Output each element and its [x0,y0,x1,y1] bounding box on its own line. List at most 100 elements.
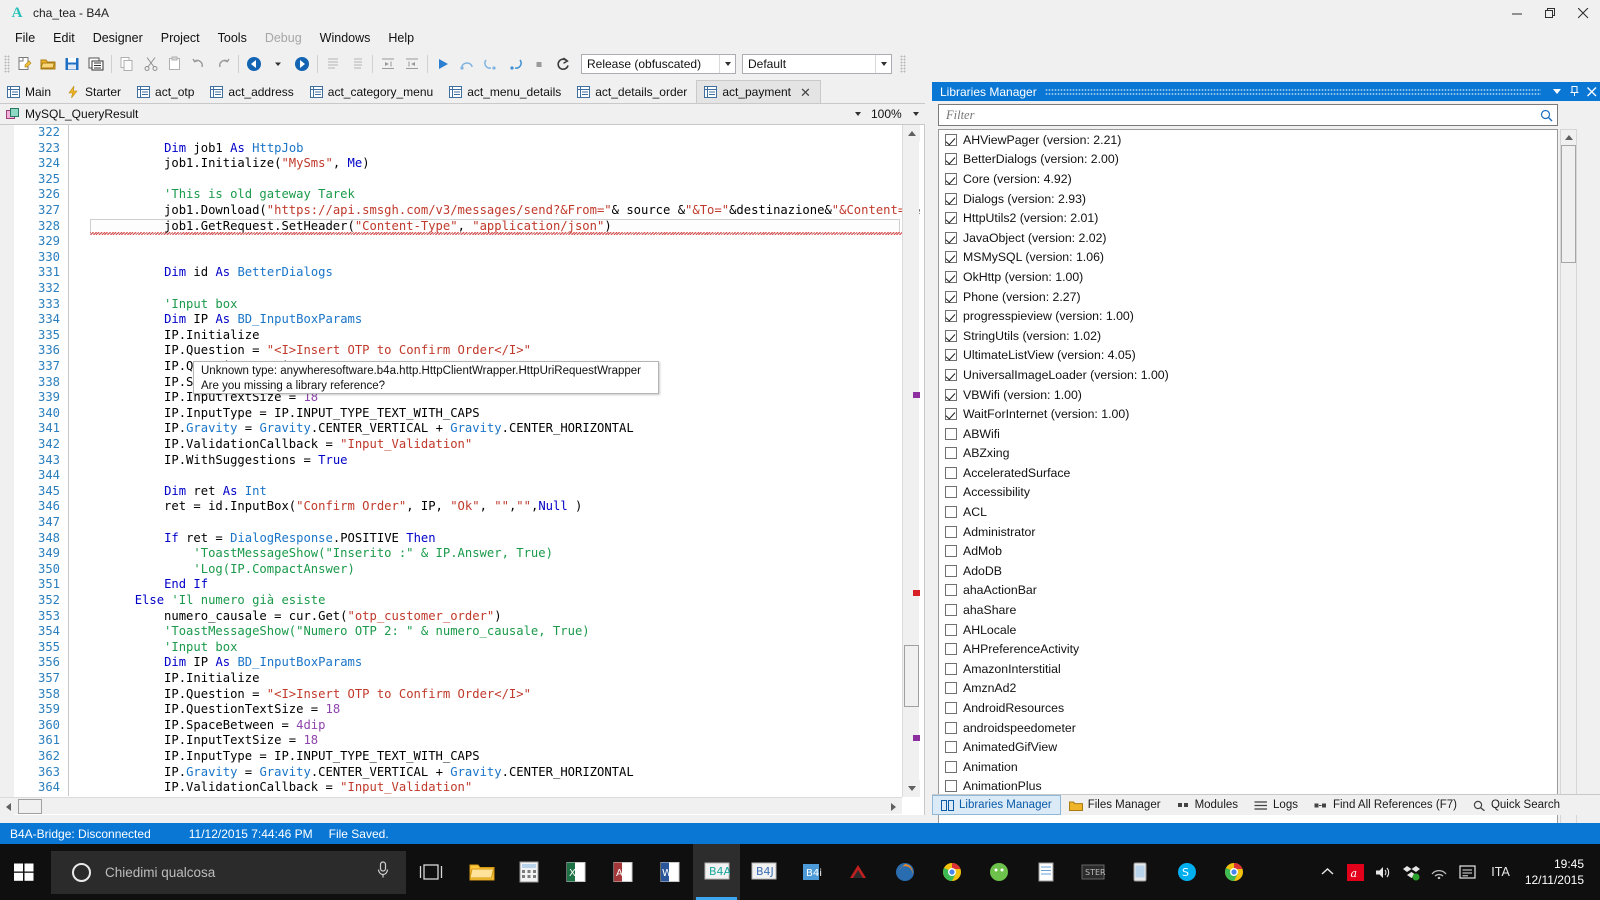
library-checkbox[interactable] [945,760,957,773]
action-center-icon[interactable] [1454,844,1480,900]
tab-close-icon[interactable]: ✕ [800,86,811,99]
vertical-scroll-thumb[interactable] [904,645,919,707]
library-checkbox[interactable] [945,506,957,519]
scroll-up-button[interactable] [903,125,920,142]
language-indicator[interactable]: ITA [1482,865,1519,879]
code-line[interactable]: 330 [14,249,924,266]
library-list-item[interactable]: WaitForInternet (version: 1.00) [939,404,1557,424]
scroll-down-button[interactable] [903,780,920,797]
library-list-item[interactable]: ABWifi [939,424,1557,444]
menu-help[interactable]: Help [379,28,423,49]
code-line[interactable]: 322 [14,125,924,141]
panel-tab-modules[interactable]: Modules [1169,795,1246,815]
library-list-item[interactable]: StringUtils (version: 1.02) [939,326,1557,346]
refresh-icon[interactable] [551,52,575,75]
library-list-item[interactable]: ACL [939,502,1557,522]
library-checkbox[interactable] [945,329,957,342]
code-line[interactable]: 359 IP.QuestionTextSize = 18 [14,702,924,718]
b4j-icon[interactable]: B4J [740,844,787,900]
library-list-item[interactable]: ABZxing [939,444,1557,464]
save-icon[interactable] [60,52,84,75]
code-line[interactable]: 355 'Input box [14,639,924,656]
library-list-item[interactable]: Dialogs (version: 2.93) [939,189,1557,209]
library-list-item[interactable]: AmznAd2 [939,679,1557,699]
library-checkbox[interactable] [945,447,957,460]
library-list[interactable]: AHViewPager (version: 2.21) BetterDialogs… [938,129,1558,841]
stop-icon[interactable] [527,52,551,75]
dropbox-icon[interactable] [1398,844,1424,900]
toolbar-grip-end[interactable] [900,54,906,73]
nav-dropdown-icon[interactable] [266,52,290,75]
volume-icon[interactable] [1370,844,1396,900]
cut-icon[interactable] [139,52,163,75]
library-list-item[interactable]: MSMySQL (version: 1.06) [939,248,1557,268]
menu-edit[interactable]: Edit [44,28,84,49]
tab-act-details-order[interactable]: act_details_order [570,81,696,103]
chrome2-icon[interactable] [1210,844,1257,900]
avira-icon[interactable]: a [1342,844,1368,900]
task-view-icon[interactable] [408,851,454,894]
library-checkbox[interactable] [945,153,957,166]
outdent-icon[interactable] [400,52,424,75]
code-line[interactable]: 329 [14,234,924,250]
toolbar-grip[interactable] [4,54,10,73]
code-line[interactable]: 332 [14,281,924,297]
code-line[interactable]: 357 IP.Initialize [14,671,924,687]
maximize-restore-button[interactable] [1534,0,1567,26]
copy-icon[interactable] [115,52,139,75]
firefox-icon[interactable] [881,844,928,900]
library-checkbox[interactable] [945,251,957,264]
library-list-item[interactable]: UltimateListView (version: 4.05) [939,346,1557,366]
library-list-item[interactable]: AHLocale [939,620,1557,640]
library-list-item[interactable]: progresspieview (version: 1.00) [939,306,1557,326]
library-checkbox[interactable] [945,212,957,225]
code-line[interactable]: 327 job1.Download("https://api.smsgh.com… [14,203,924,219]
library-checkbox[interactable] [945,643,957,656]
library-scroll-up-button[interactable] [1561,130,1576,145]
code-line[interactable]: 341 IP.Gravity = Gravity.CENTER_VERTICAL… [14,421,924,437]
library-list-item[interactable]: Accessibility [939,483,1557,503]
library-list-item[interactable]: Animation [939,757,1557,777]
word-icon[interactable]: W [646,844,693,900]
library-checkbox[interactable] [945,133,957,146]
library-checkbox[interactable] [945,604,957,617]
library-checkbox[interactable] [945,486,957,499]
chevron-down-icon[interactable] [1549,82,1566,101]
access-icon[interactable]: A [599,844,646,900]
code-line[interactable]: 352 Else 'Il numero già esiste [14,593,924,609]
b4a-icon[interactable]: B4A [693,844,740,900]
member-select[interactable]: MySQL_QueryResult [0,104,865,124]
library-list-item[interactable]: AHPreferenceActivity [939,639,1557,659]
library-checkbox[interactable] [945,545,957,558]
menu-windows[interactable]: Windows [311,28,380,49]
code-text-area[interactable]: 322 323 Dim job1 As HttpJob 324 job1.Initi… [14,125,924,815]
code-line[interactable]: 364 IP.ValidationCallback = "Input_Valid… [14,780,924,796]
panel-tab-quick-search[interactable]: Quick Search [1465,795,1568,815]
panel-tab-logs[interactable]: Logs [1246,795,1306,815]
library-list-item[interactable]: HttpUtils2 (version: 2.01) [939,208,1557,228]
cortana-search-box[interactable]: Chiedimi qualcosa [51,850,406,894]
chevron-down-icon[interactable] [719,54,735,73]
library-checkbox[interactable] [945,349,957,362]
tab-act-address[interactable]: act_address [203,81,302,103]
library-list-item[interactable]: AndroidResources [939,698,1557,718]
designer-icon[interactable] [1116,844,1163,900]
b4i-icon[interactable]: B4i [787,844,834,900]
panel-tab-libraries-manager[interactable]: Libraries Manager [932,795,1061,815]
library-checkbox[interactable] [945,466,957,479]
horizontal-scroll-thumb[interactable] [18,799,42,814]
code-line[interactable]: 362 IP.InputType = IP.INPUT_TYPE_TEXT_WI… [14,749,924,765]
library-list-item[interactable]: ahaActionBar [939,581,1557,601]
code-line[interactable]: 351 End If [14,577,924,593]
library-checkbox[interactable] [945,525,957,538]
library-checkbox[interactable] [945,231,957,244]
panel-drag-handle[interactable] [1044,87,1541,96]
forward-nav-icon[interactable] [290,52,314,75]
code-line[interactable]: 346 ret = id.InputBox("Confirm Order", I… [14,499,924,515]
tab-main[interactable]: Main [0,81,60,103]
library-checkbox[interactable] [945,721,957,734]
redo-icon[interactable] [211,52,235,75]
run-icon[interactable] [431,52,455,75]
back-nav-icon[interactable] [242,52,266,75]
code-line[interactable]: 363 IP.Gravity = Gravity.CENTER_VERTICAL… [14,764,924,781]
